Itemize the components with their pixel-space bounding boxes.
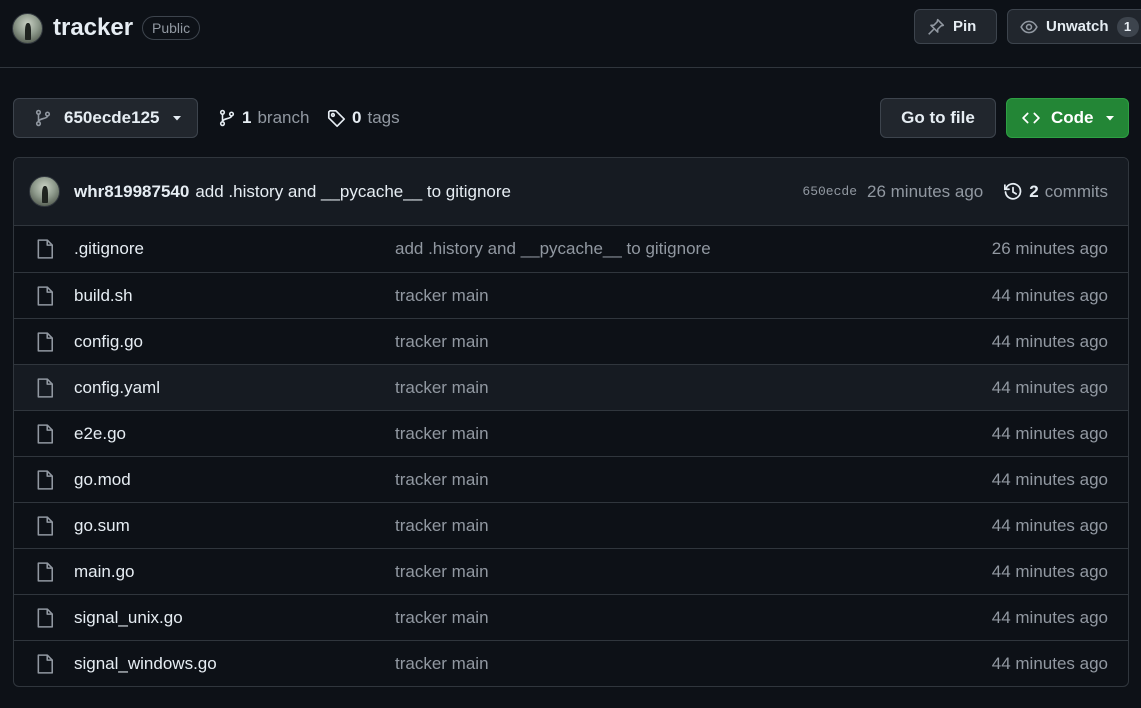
file-age: 44 minutes ago <box>991 607 1108 627</box>
file-commit-message[interactable]: tracker main <box>395 516 489 536</box>
owner-avatar[interactable] <box>12 13 43 44</box>
branch-count: 1 <box>242 108 252 127</box>
file-commit-message[interactable]: tracker main <box>395 654 489 674</box>
file-age: 44 minutes ago <box>991 653 1108 673</box>
file-age: 44 minutes ago <box>991 331 1108 351</box>
tag-count: 0 <box>352 108 362 127</box>
file-icon <box>36 562 54 582</box>
tags-link[interactable]: 0 tags <box>327 106 400 130</box>
visibility-badge: Public <box>142 16 201 40</box>
file-list-box: whr819987540 add .history and __pycache_… <box>13 157 1129 687</box>
file-icon <box>36 332 54 352</box>
unwatch-button[interactable]: Unwatch 1 <box>1007 9 1141 44</box>
file-icon <box>36 424 54 444</box>
file-age: 44 minutes ago <box>991 561 1108 581</box>
code-icon <box>1021 109 1041 127</box>
file-row[interactable]: config.go tracker main 44 minutes ago <box>14 318 1128 364</box>
file-name[interactable]: config.yaml <box>74 378 160 398</box>
file-commit-message[interactable]: tracker main <box>395 332 489 352</box>
commits-history-link[interactable]: 2 commits <box>1003 182 1108 202</box>
file-row[interactable]: signal_windows.go tracker main 44 minute… <box>14 640 1128 686</box>
code-button[interactable]: Code <box>1006 98 1129 138</box>
file-name[interactable]: go.mod <box>74 470 131 490</box>
repo-page: tracker Public Pin Unwatch 1 650ecde125 … <box>0 0 1141 708</box>
file-rows: .gitignore add .history and __pycache__ … <box>14 226 1128 686</box>
file-commit-message[interactable]: tracker main <box>395 378 489 398</box>
branch-select-button[interactable]: 650ecde125 <box>13 98 198 138</box>
pin-button[interactable]: Pin <box>914 9 997 44</box>
file-name[interactable]: signal_unix.go <box>74 608 183 628</box>
file-age: 44 minutes ago <box>991 377 1108 397</box>
commit-message[interactable]: add .history and __pycache__ to gitignor… <box>195 182 511 202</box>
caret-down-icon <box>171 112 183 124</box>
go-to-file-button[interactable]: Go to file <box>880 98 996 138</box>
file-row[interactable]: go.mod tracker main 44 minutes ago <box>14 456 1128 502</box>
file-name[interactable]: e2e.go <box>74 424 126 444</box>
branch-ref: 650ecde125 <box>64 108 160 127</box>
file-commit-message[interactable]: tracker main <box>395 562 489 582</box>
watch-counter: 1 <box>1116 16 1139 37</box>
pin-icon <box>927 18 945 36</box>
file-row[interactable]: go.sum tracker main 44 minutes ago <box>14 502 1128 548</box>
git-branch-icon <box>34 109 52 127</box>
file-icon <box>36 654 54 674</box>
file-commit-message[interactable]: add .history and __pycache__ to gitignor… <box>395 239 711 259</box>
commit-sha[interactable]: 650ecde <box>802 184 857 199</box>
code-label: Code <box>1051 108 1094 127</box>
branches-link[interactable]: 1 branch <box>218 106 309 130</box>
caret-down-icon <box>1104 112 1116 124</box>
commit-time: 26 minutes ago <box>867 181 984 201</box>
commits-label: commits <box>1044 181 1108 201</box>
file-age: 44 minutes ago <box>991 285 1108 305</box>
commit-author[interactable]: whr819987540 <box>74 182 189 202</box>
file-row[interactable]: config.yaml tracker main 44 minutes ago <box>14 364 1128 410</box>
file-commit-message[interactable]: tracker main <box>395 470 489 490</box>
file-row[interactable]: e2e.go tracker main 44 minutes ago <box>14 410 1128 456</box>
pin-label: Pin <box>953 18 977 35</box>
file-row[interactable]: main.go tracker main 44 minutes ago <box>14 548 1128 594</box>
tag-label: tags <box>367 108 400 127</box>
file-icon <box>36 516 54 536</box>
file-age: 44 minutes ago <box>991 469 1108 489</box>
author-avatar[interactable] <box>29 176 60 207</box>
file-row[interactable]: signal_unix.go tracker main 44 minutes a… <box>14 594 1128 640</box>
file-icon <box>36 470 54 490</box>
file-age: 44 minutes ago <box>991 515 1108 535</box>
file-commit-message[interactable]: tracker main <box>395 286 489 306</box>
file-name[interactable]: .gitignore <box>74 239 144 259</box>
repo-header: tracker Public Pin Unwatch 1 <box>0 0 1141 68</box>
file-name[interactable]: signal_windows.go <box>74 654 217 674</box>
file-icon <box>36 239 54 259</box>
commit-meta: 650ecde 26 minutes ago 2 commits <box>802 182 1108 202</box>
branch-label: branch <box>257 108 310 127</box>
file-age: 26 minutes ago <box>991 239 1108 258</box>
file-name[interactable]: go.sum <box>74 516 130 536</box>
commit-count: 2 <box>1029 181 1039 201</box>
file-icon <box>36 286 54 306</box>
git-branch-icon <box>218 109 236 127</box>
history-icon <box>1003 182 1023 202</box>
file-age: 44 minutes ago <box>991 423 1108 443</box>
file-row[interactable]: .gitignore add .history and __pycache__ … <box>14 226 1128 272</box>
eye-icon <box>1020 18 1038 36</box>
file-name[interactable]: main.go <box>74 562 134 582</box>
file-name[interactable]: config.go <box>74 332 143 352</box>
tag-icon <box>327 109 346 128</box>
file-icon <box>36 378 54 398</box>
file-row[interactable]: build.sh tracker main 44 minutes ago <box>14 272 1128 318</box>
file-commit-message[interactable]: tracker main <box>395 424 489 444</box>
file-commit-message[interactable]: tracker main <box>395 608 489 628</box>
watch-label: Unwatch <box>1046 18 1109 35</box>
file-icon <box>36 608 54 628</box>
file-name[interactable]: build.sh <box>74 286 133 306</box>
latest-commit-bar: whr819987540 add .history and __pycache_… <box>14 158 1128 226</box>
repo-name[interactable]: tracker <box>53 13 133 43</box>
